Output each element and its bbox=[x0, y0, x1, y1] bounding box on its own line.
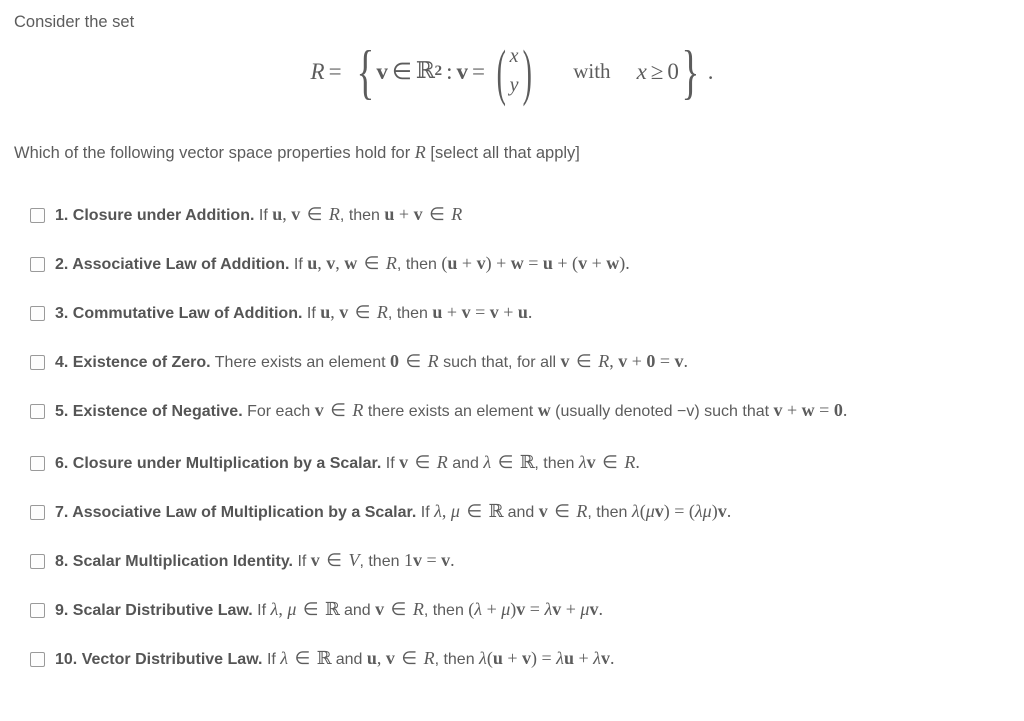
formula-with-word: with bbox=[573, 58, 611, 83]
question-suffix: [select all that apply] bbox=[430, 144, 580, 162]
option-label-7: 7. Associative Law of Multiplication by … bbox=[55, 501, 732, 522]
formula-condition-relation: ≥ bbox=[650, 58, 664, 84]
checkbox-7[interactable] bbox=[30, 504, 45, 520]
checkbox-2[interactable] bbox=[30, 256, 45, 272]
question-set-name: R bbox=[414, 142, 426, 162]
option-row-5[interactable]: 5. Existence of Negative. For each v ∈ R… bbox=[0, 396, 1024, 426]
formula-column-vector: ( x y ) bbox=[496, 39, 532, 107]
checkbox-6[interactable] bbox=[30, 455, 45, 471]
formula-vector-symbol: v bbox=[376, 58, 388, 84]
option-title-7: 7. Associative Law of Multiplication by … bbox=[55, 504, 417, 521]
option-row-8[interactable]: 8. Scalar Multiplication Identity. If v … bbox=[0, 546, 1024, 576]
question-prefix: Which of the following vector space prop… bbox=[14, 144, 411, 162]
option-row-2[interactable]: 2. Associative Law of Addition. If u, v,… bbox=[0, 249, 1024, 279]
option-row-4[interactable]: 4. Existence of Zero. There exists an el… bbox=[0, 347, 1024, 377]
option-title-10: 10. Vector Distributive Law. bbox=[55, 651, 263, 668]
option-title-4: 4. Existence of Zero. bbox=[55, 354, 211, 371]
option-row-3[interactable]: 3. Commutative Law of Addition. If u, v … bbox=[0, 298, 1024, 328]
option-label-2: 2. Associative Law of Addition. If u, v,… bbox=[55, 253, 630, 273]
formula-vector-symbol-2: v bbox=[456, 58, 469, 84]
option-label-9: 9. Scalar Distributive Law. If λ, μ ∈ ℝ … bbox=[55, 599, 603, 620]
option-label-3: 3. Commutative Law of Addition. If u, v … bbox=[55, 302, 533, 322]
option-row-6[interactable]: 6. Closure under Multiplication by a Sca… bbox=[0, 448, 1024, 478]
formula-condition-value: 0 bbox=[667, 58, 679, 84]
formula-equals-2: = bbox=[472, 58, 486, 84]
checkbox-5[interactable] bbox=[30, 403, 45, 419]
option-title-1: 1. Closure under Addition. bbox=[55, 207, 255, 224]
question-page: Consider the set R = { v ∈ ℝ2 : v = ( x … bbox=[0, 0, 1024, 721]
option-label-1: 1. Closure under Addition. If u, v ∈ R, … bbox=[55, 204, 463, 224]
formula-component-y: y bbox=[509, 74, 519, 96]
option-title-8: 8. Scalar Multiplication Identity. bbox=[55, 553, 293, 570]
option-label-8: 8. Scalar Multiplication Identity. If v … bbox=[55, 550, 455, 570]
checkbox-10[interactable] bbox=[30, 651, 45, 667]
column-vector-entries: x y bbox=[510, 42, 519, 100]
option-title-6: 6. Closure under Multiplication by a Sca… bbox=[55, 455, 382, 472]
option-title-9: 9. Scalar Distributive Law. bbox=[55, 602, 253, 619]
option-title-2: 2. Associative Law of Addition. bbox=[55, 256, 290, 273]
checkbox-3[interactable] bbox=[30, 305, 45, 321]
option-label-4: 4. Existence of Zero. There exists an el… bbox=[55, 351, 689, 371]
formula-component-x: x bbox=[509, 45, 519, 67]
formula-inline: R = { v ∈ ℝ2 : v = ( x y ) with x ≥ 0 } … bbox=[310, 39, 714, 107]
option-label-5: 5. Existence of Negative. For each v ∈ R… bbox=[55, 400, 848, 420]
question-prompt: Which of the following vector space prop… bbox=[14, 141, 580, 164]
option-row-9[interactable]: 9. Scalar Distributive Law. If λ, μ ∈ ℝ … bbox=[0, 595, 1024, 625]
formula-equals: = bbox=[328, 58, 342, 84]
checkbox-8[interactable] bbox=[30, 553, 45, 569]
option-row-10[interactable]: 10. Vector Distributive Law. If λ ∈ ℝ an… bbox=[0, 644, 1024, 674]
options-list: 1. Closure under Addition. If u, v ∈ R, … bbox=[0, 200, 1024, 693]
option-label-10: 10. Vector Distributive Law. If λ ∈ ℝ an… bbox=[55, 648, 615, 669]
formula-set-name: R bbox=[310, 58, 325, 84]
checkbox-1[interactable] bbox=[30, 207, 45, 223]
checkbox-4[interactable] bbox=[30, 354, 45, 370]
formula-domain: ℝ bbox=[415, 57, 435, 84]
formula-element-of-1: ∈ bbox=[391, 58, 412, 84]
intro-text: Consider the set bbox=[14, 13, 135, 31]
formula-colon: : bbox=[446, 58, 453, 84]
option-title-3: 3. Commutative Law of Addition. bbox=[55, 305, 303, 322]
option-row-7[interactable]: 7. Associative Law of Multiplication by … bbox=[0, 497, 1024, 527]
option-row-1[interactable]: 1. Closure under Addition. If u, v ∈ R, … bbox=[0, 200, 1024, 230]
formula-domain-exponent: 2 bbox=[434, 62, 443, 80]
formula-condition-var: x bbox=[636, 58, 647, 84]
option-label-6: 6. Closure under Multiplication by a Sca… bbox=[55, 452, 640, 473]
set-definition-formula: R = { v ∈ ℝ2 : v = ( x y ) with x ≥ 0 } … bbox=[0, 39, 1024, 107]
formula-trailing-period: . bbox=[707, 58, 714, 84]
option-title-5: 5. Existence of Negative. bbox=[55, 403, 243, 420]
checkbox-9[interactable] bbox=[30, 602, 45, 618]
